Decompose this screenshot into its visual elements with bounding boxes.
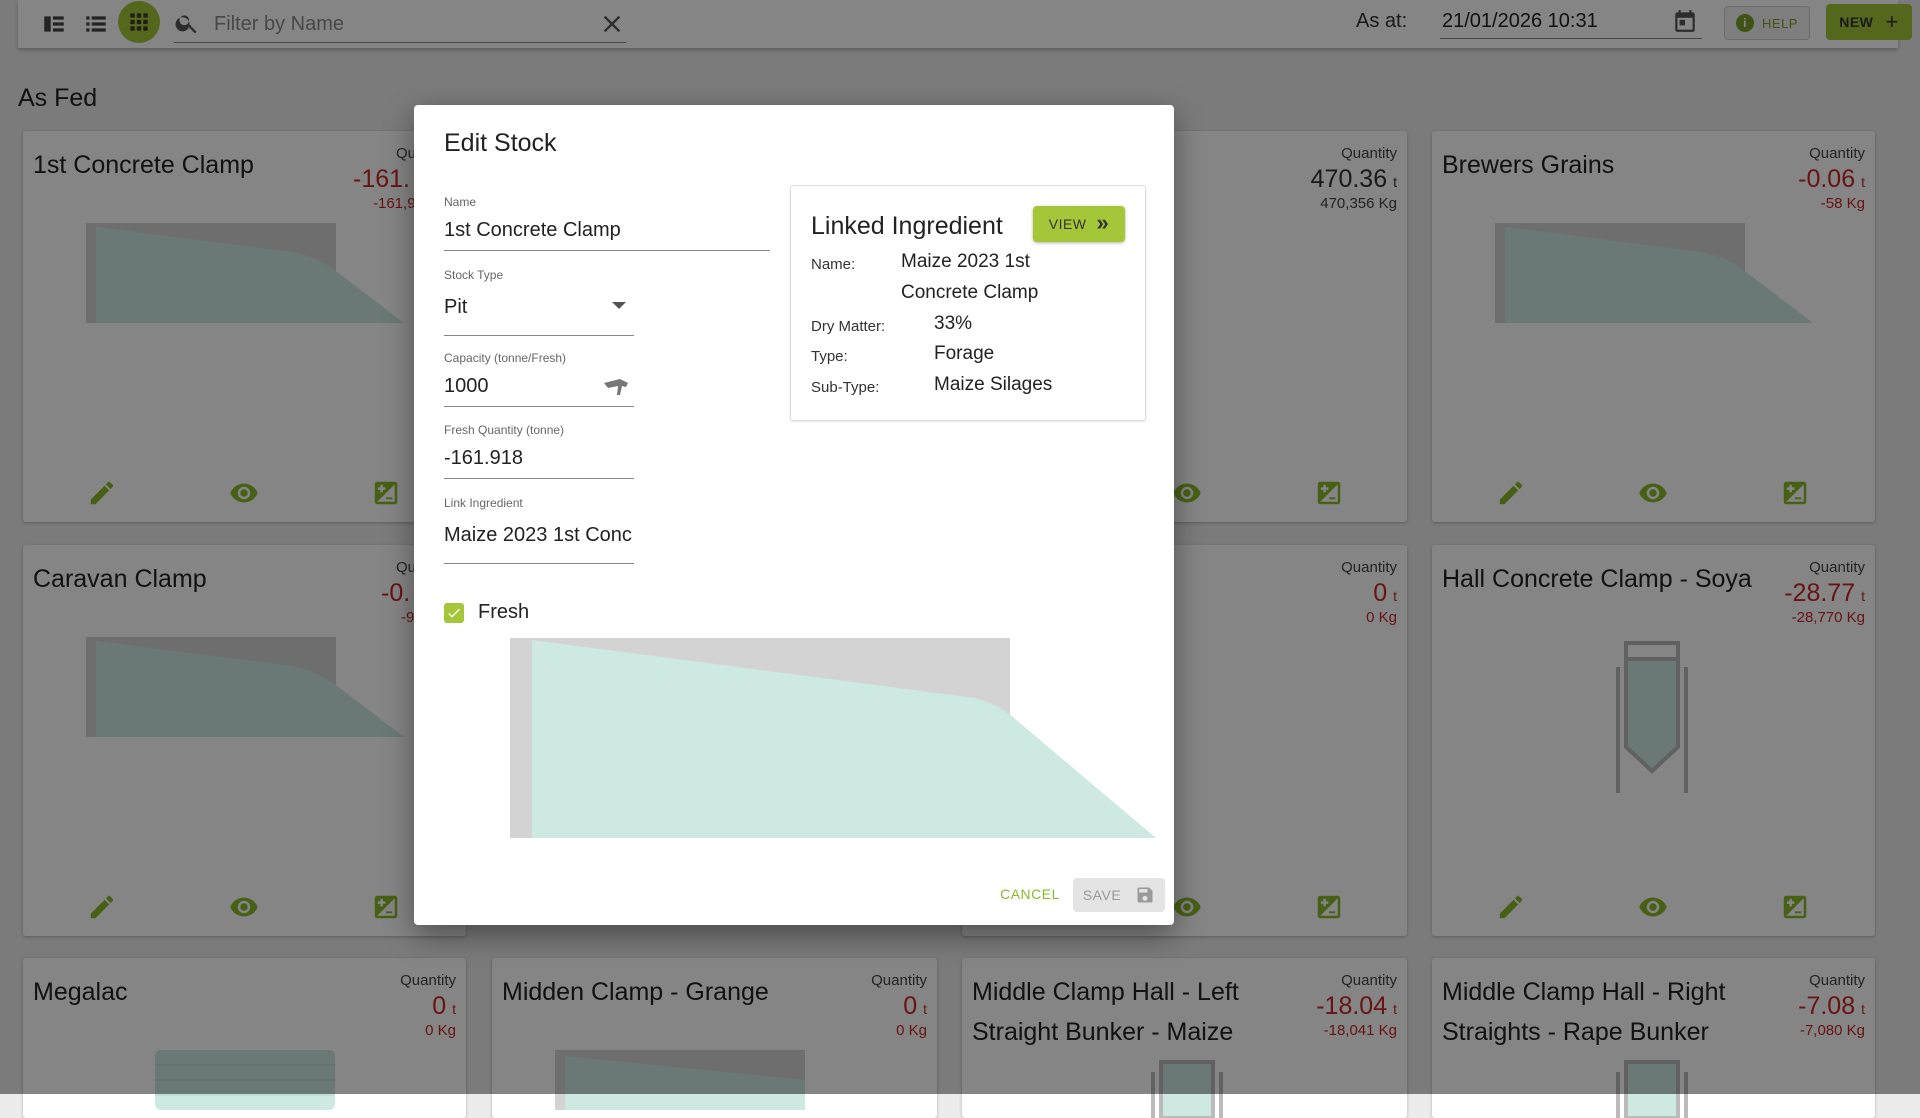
fresh-quantity-label: Fresh Quantity (tonne) bbox=[444, 423, 565, 437]
fresh-checkbox-row: Fresh bbox=[444, 601, 529, 624]
type-label: Type: bbox=[811, 348, 848, 365]
linked-ingredient-title: Linked Ingredient bbox=[811, 212, 1003, 240]
fresh-label: Fresh bbox=[478, 601, 530, 623]
fresh-checkbox[interactable] bbox=[444, 602, 464, 623]
link-ingredient-select[interactable]: Maize 2023 1st Conc bbox=[444, 524, 634, 564]
ingredient-name-line1: Maize 2023 1st bbox=[901, 251, 1030, 272]
type-value: Forage bbox=[934, 343, 995, 364]
dry-matter-value: 33% bbox=[934, 313, 973, 334]
pit-preview-graphic bbox=[510, 638, 1156, 838]
view-label: VIEW bbox=[1048, 216, 1087, 232]
subtype-value: Maize Silages bbox=[934, 374, 1053, 395]
capacity-label: Capacity (tonne/Fresh) bbox=[444, 351, 567, 365]
ingredient-name-line2: Concrete Clamp bbox=[901, 282, 1039, 303]
subtype-label: Sub-Type: bbox=[811, 379, 880, 396]
stock-type-label: Stock Type bbox=[444, 268, 504, 282]
measure-icon[interactable] bbox=[602, 375, 630, 397]
cancel-button[interactable]: CANCEL bbox=[982, 877, 1078, 911]
fresh-quantity-field: Fresh Quantity (tonne) -161.918 bbox=[444, 423, 634, 479]
name-label: Name bbox=[444, 195, 477, 209]
edit-stock-dialog: Edit Stock Name 1st Concrete Clamp Stock… bbox=[414, 105, 1174, 925]
save-label: SAVE bbox=[1082, 887, 1122, 903]
stock-type-field: Stock Type Pit bbox=[444, 268, 634, 336]
double-chevron-right-icon: » bbox=[1096, 209, 1110, 235]
view-ingredient-button[interactable]: VIEW » bbox=[1033, 206, 1125, 242]
dialog-title: Edit Stock bbox=[444, 129, 557, 157]
name-input[interactable]: 1st Concrete Clamp bbox=[444, 219, 770, 251]
link-ingredient-label: Link Ingredient bbox=[444, 496, 523, 510]
name-field: Name 1st Concrete Clamp bbox=[444, 195, 770, 251]
capacity-field: Capacity (tonne/Fresh) 1000 bbox=[444, 351, 634, 407]
link-ingredient-field: Link Ingredient Maize 2023 1st Conc bbox=[444, 496, 634, 564]
linked-ingredient-panel: Linked Ingredient VIEW » Name: Maize 202… bbox=[790, 185, 1146, 421]
save-button[interactable]: SAVE bbox=[1073, 878, 1165, 912]
dry-matter-label: Dry Matter: bbox=[811, 318, 886, 335]
dropdown-arrow-icon bbox=[612, 302, 626, 309]
name-row-label: Name: bbox=[811, 256, 856, 273]
check-icon bbox=[448, 608, 460, 618]
stock-type-select[interactable]: Pit bbox=[444, 296, 634, 336]
save-icon bbox=[1137, 887, 1153, 903]
fresh-quantity-input[interactable]: -161.918 bbox=[444, 447, 634, 479]
capacity-input[interactable]: 1000 bbox=[444, 375, 634, 407]
